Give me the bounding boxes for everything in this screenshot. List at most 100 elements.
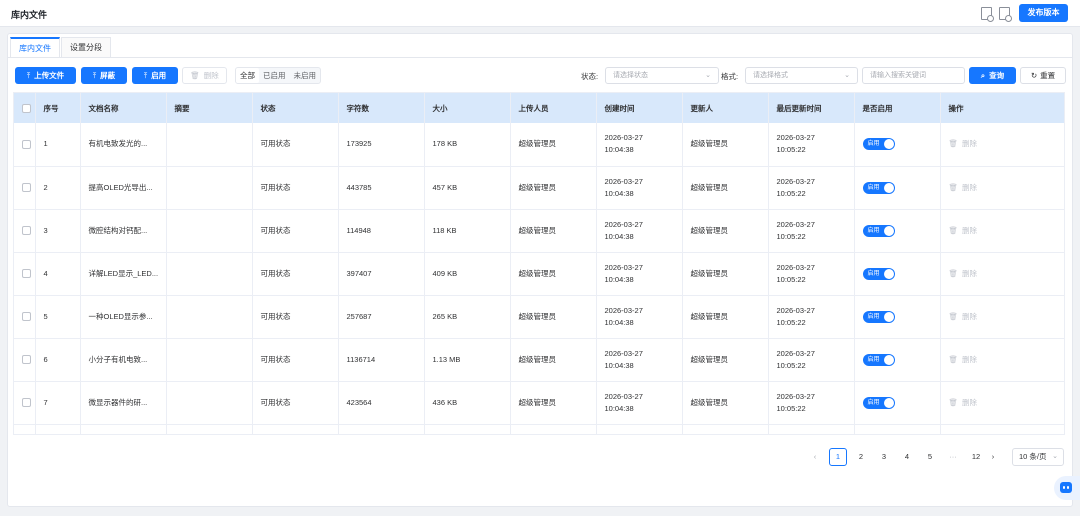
row-delete-button[interactable]: 🗑 删除: [949, 398, 978, 407]
prev-page-button[interactable]: ‹: [806, 448, 824, 466]
robot-icon: [1060, 482, 1072, 493]
row-checkbox[interactable]: [22, 183, 31, 193]
delete-button[interactable]: 🗑 删除: [182, 67, 227, 84]
row-checkbox[interactable]: [22, 398, 31, 408]
tab-segment-settings[interactable]: 设置分段: [61, 37, 111, 58]
main-card: 库内文件 设置分段 ⤒ 上传文件 ⤒ 屏蔽 ⤒ 启用 🗑 删除 全部 已启用 未启用 状态:…: [7, 33, 1073, 507]
enabled-toggle[interactable]: 启用: [862, 138, 895, 151]
tab-bar: 库内文件 设置分段: [8, 34, 1072, 58]
search-button[interactable]: ⌕ 查询: [969, 67, 1016, 84]
cell-document-name[interactable]: 微显示器件的研...: [80, 381, 167, 425]
enabled-toggle[interactable]: 启用: [862, 267, 895, 280]
cell-enabled: 启用: [854, 166, 941, 210]
page-ellipsis[interactable]: ···: [944, 448, 962, 466]
cell-status: 可用状态: [252, 295, 339, 339]
toggle-knob: [883, 354, 894, 365]
keyword-search-input[interactable]: 请输入搜索关键词: [862, 67, 965, 84]
format-select[interactable]: 请选择格式 ⌄: [745, 67, 858, 84]
cell-uploader: 超级管理员: [510, 338, 597, 382]
cell-document-name[interactable]: [80, 424, 167, 434]
updated-clock: 10:05:22: [776, 360, 806, 370]
cell-document-name[interactable]: 小分子有机电致...: [80, 338, 167, 382]
cell-uploader: 超级管理员: [510, 252, 597, 296]
cell-actions: 🗑 删除: [940, 381, 1064, 425]
cell-size: 265 KB: [424, 295, 511, 339]
enabled-toggle[interactable]: 启用: [862, 396, 895, 409]
table-row: 2 提高OLED光导出... 可用状态 443785 457 KB 超级管理员 2026-0…: [14, 166, 1064, 210]
segment-all[interactable]: 全部: [236, 68, 259, 83]
chevron-down-icon: ⌄: [1052, 453, 1058, 460]
page-number-12[interactable]: 12: [967, 448, 985, 466]
page-number-3[interactable]: 3: [875, 448, 893, 466]
enabled-toggle[interactable]: 启用: [862, 224, 895, 237]
enabled-toggle[interactable]: 启用: [862, 181, 895, 194]
cell-status: 可用状态: [252, 338, 339, 382]
page-number-4[interactable]: 4: [898, 448, 916, 466]
cell-enabled: [854, 424, 941, 434]
cell-created-time: 2026-03-27 10:04:38: [596, 338, 683, 382]
row-checkbox[interactable]: [22, 312, 31, 322]
segment-enabled[interactable]: 已启用: [259, 68, 290, 83]
cell-uploader: 超级管理员: [510, 209, 597, 253]
upload-icon: ⤒: [92, 71, 97, 80]
enable-button[interactable]: ⤒ 启用: [132, 67, 178, 84]
cell-actions: 🗑 删除: [940, 338, 1064, 382]
toggle-knob: [883, 139, 894, 150]
created-clock: 10:04:38: [604, 188, 634, 198]
file-settings-icon[interactable]: [999, 7, 1012, 22]
cell-status: 可用状态: [252, 209, 339, 253]
cell-status: 可用状态: [252, 123, 339, 167]
created-date: 2026-03-27: [604, 391, 643, 401]
row-delete-button[interactable]: 🗑 删除: [949, 139, 978, 148]
row-checkbox[interactable]: [22, 355, 31, 365]
row-delete-button[interactable]: 🗑 删除: [949, 183, 978, 192]
row-checkbox[interactable]: [22, 226, 31, 236]
row-delete-button[interactable]: 🗑 删除: [949, 312, 978, 321]
cell-updater: 超级管理员: [682, 166, 769, 210]
trash-icon: 🗑: [948, 182, 959, 192]
segment-disabled[interactable]: 未启用: [290, 68, 321, 83]
cell-document-name[interactable]: 详解LED显示_LED...: [80, 252, 167, 296]
column-header: 更新人: [682, 93, 769, 123]
hide-button[interactable]: ⤒ 屏蔽: [81, 67, 127, 84]
cell-document-name[interactable]: 微腔结构对钙配...: [80, 209, 167, 253]
enabled-toggle[interactable]: 启用: [862, 353, 895, 366]
format-label: 格式:: [721, 72, 739, 81]
upload-file-button[interactable]: ⤒ 上传文件: [15, 67, 76, 84]
select-all-checkbox[interactable]: [22, 103, 31, 113]
cell-document-name[interactable]: 一种OLED显示参...: [80, 295, 167, 339]
row-checkbox[interactable]: [22, 139, 31, 149]
page-size-select[interactable]: 10 条/页 ⌄: [1012, 448, 1064, 466]
updated-date: 2026-03-27: [776, 133, 815, 143]
tab-library-files[interactable]: 库内文件: [10, 37, 60, 58]
updated-date: 2026-03-27: [776, 176, 815, 186]
cell-created-time: 2026-03-27 10:04:38: [596, 123, 683, 167]
column-header: 最后更新时间: [768, 93, 855, 123]
page-number-5[interactable]: 5: [921, 448, 939, 466]
cell-summary: [166, 252, 253, 296]
upload-icon: ⤒: [26, 71, 31, 80]
column-header: 是否启用: [854, 93, 941, 123]
column-header: 大小: [424, 93, 511, 123]
row-checkbox[interactable]: [22, 269, 31, 279]
row-select-cell: [14, 166, 36, 210]
next-page-button[interactable]: ›: [984, 448, 1002, 466]
row-delete-button[interactable]: 🗑 删除: [949, 269, 978, 278]
cell-index: 5: [35, 295, 81, 339]
page-number-2[interactable]: 2: [852, 448, 870, 466]
row-delete-button[interactable]: 🗑 删除: [949, 355, 978, 364]
reset-button[interactable]: ↻ 重置: [1020, 67, 1066, 84]
select-all-cell: [14, 93, 36, 123]
enabled-toggle[interactable]: 启用: [862, 310, 895, 323]
file-play-icon[interactable]: [981, 7, 994, 22]
page-number-1[interactable]: 1: [829, 448, 847, 466]
status-select[interactable]: 请选择状态 ⌄: [605, 67, 719, 84]
cell-document-name[interactable]: 提高OLED光导出...: [80, 166, 167, 210]
row-delete-button[interactable]: 🗑 删除: [949, 226, 978, 235]
publish-version-button[interactable]: 发布版本: [1019, 4, 1068, 22]
search-icon: ⌕: [980, 71, 986, 80]
assistant-float-button[interactable]: [1054, 476, 1080, 500]
cell-updated-time: 2026-03-27 10:05:22: [768, 295, 855, 339]
file-table: 序号 文档名称 摘要 状态 字符数 大小 上传人员 创建时间 更新人 最后更新时…: [13, 92, 1065, 435]
cell-document-name[interactable]: 有机电致发光的...: [80, 123, 167, 167]
